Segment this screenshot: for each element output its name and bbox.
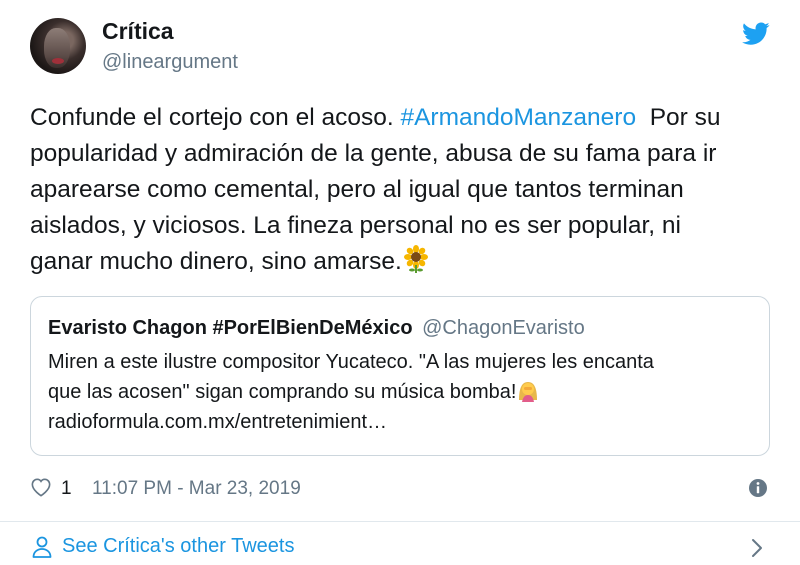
avatar-lips — [52, 58, 64, 64]
tweet-text: Confunde el cortejo con el acoso. #Arman… — [30, 100, 775, 280]
tweet-line-4: aislados, y viciosos. La fineza personal… — [30, 212, 681, 239]
tweet-timestamp[interactable]: 11:07 PM - Mar 23, 2019 — [92, 478, 301, 500]
quoted-author-handle: @ChagonEvaristo — [422, 317, 585, 339]
person-icon — [32, 536, 52, 558]
tweet-line-3: aparearse como cemental, pero al igual q… — [30, 176, 684, 203]
tweet-line-5-text: ganar mucho dinero, sino amarse. — [30, 248, 402, 275]
divider — [0, 521, 800, 522]
see-other-tweets-link[interactable]: See Crítica's other Tweets — [30, 527, 770, 563]
avatar[interactable] — [30, 18, 86, 74]
like-count[interactable]: 1 — [61, 478, 72, 500]
tweet-line-2: popularidad y admiración de la gente, ab… — [30, 140, 717, 167]
chevron-right-icon[interactable] — [750, 538, 764, 558]
author-display-name[interactable]: Crítica — [102, 18, 174, 45]
quoted-line-2: que las acosen" sigan comprando su músic… — [48, 377, 654, 407]
tweet-line-5: ganar mucho dinero, sino amarse. — [30, 244, 775, 280]
tweet-line-1: Confunde el cortejo con el acoso. #Arman… — [30, 100, 775, 136]
see-other-tweets-label[interactable]: See Crítica's other Tweets — [62, 535, 294, 558]
author-handle[interactable]: @lineargument — [102, 51, 238, 74]
quoted-header: Evaristo Chagon #PorElBienDeMéxico @Chag… — [48, 317, 585, 340]
tweet-line-1-end: Por su — [636, 104, 721, 131]
quoted-text: Miren a este ilustre compositor Yucateco… — [48, 347, 654, 437]
hashtag-link[interactable]: #ArmandoManzanero — [400, 104, 636, 131]
embedded-tweet-card: Crítica @lineargument Confunde el cortej… — [0, 0, 800, 565]
quoted-line-1: Miren a este ilustre compositor Yucateco… — [48, 351, 654, 373]
woman-facepalming-icon — [519, 382, 538, 402]
quoted-tweet[interactable]: Evaristo Chagon #PorElBienDeMéxico @Chag… — [30, 296, 770, 456]
quoted-line-2-text: que las acosen" sigan comprando su músic… — [48, 381, 517, 403]
tweet-footer: 1 11:07 PM - Mar 23, 2019 — [30, 474, 770, 504]
info-icon[interactable] — [748, 478, 768, 498]
tweet-line-1-start: Confunde el cortejo con el acoso. — [30, 104, 401, 131]
quoted-link[interactable]: radioformula.com.mx/entretenimient… — [48, 407, 654, 437]
twitter-bird-icon[interactable] — [742, 22, 770, 46]
quoted-author-name: Evaristo Chagon #PorElBienDeMéxico — [48, 317, 413, 339]
sunflower-icon — [403, 245, 428, 273]
heart-icon[interactable] — [30, 477, 52, 497]
